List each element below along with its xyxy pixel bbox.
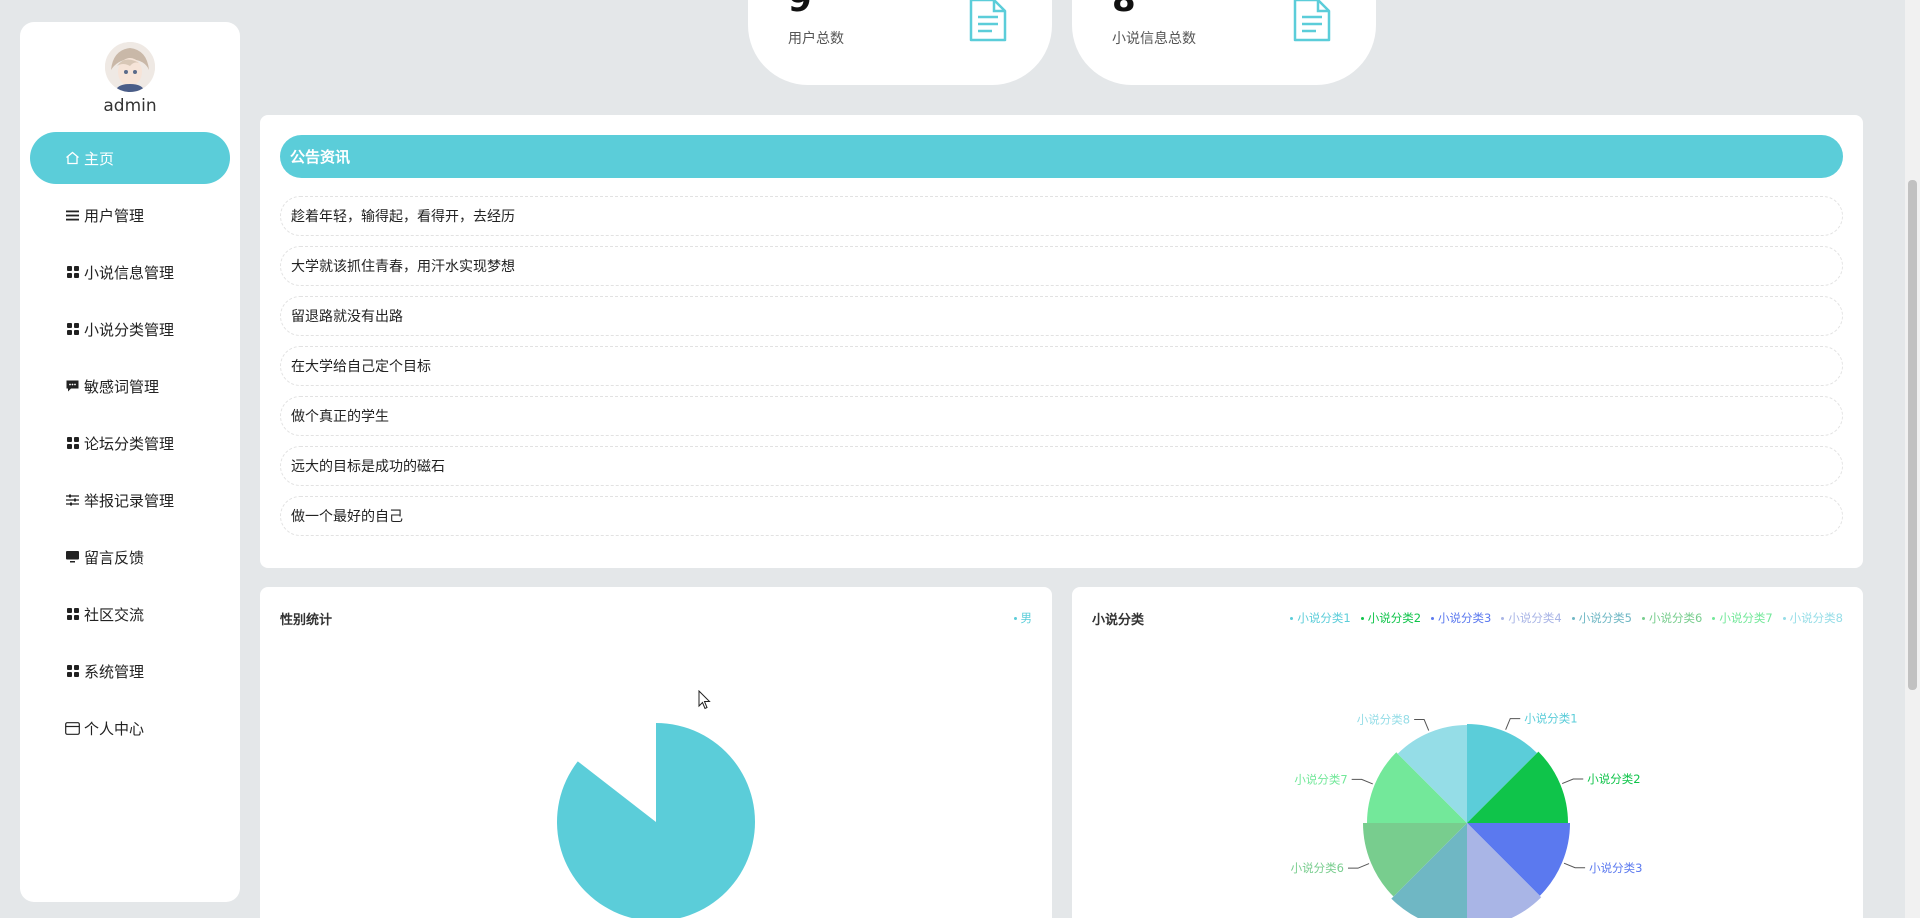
menu-item-system[interactable]: 系统管理 <box>30 645 230 697</box>
menu-item-home[interactable]: 主页 <box>30 132 230 184</box>
slice-label: 小说分类7 <box>1294 772 1347 786</box>
menu-item-label: 用户管理 <box>84 206 145 225</box>
menu-item-sensitive-words[interactable]: 敏感词管理 <box>30 360 230 412</box>
stat-label: 小说信息总数 <box>1112 31 1196 47</box>
category-pie-chart: 小说分类1小说分类2小说分类3小说分类4小说分类5小说分类6小说分类7小说分类8 <box>1291 712 1642 918</box>
label-line <box>1561 778 1584 785</box>
notice-panel: 公告资讯 趁着年轻，输得起，看得开，去经历 大学就该抓住青春，用汗水实现梦想 留… <box>260 115 1863 568</box>
notice-item[interactable]: 做个真正的学生 <box>280 396 1843 436</box>
notice-item[interactable]: 在大学给自己定个目标 <box>280 346 1843 386</box>
list-icon <box>64 208 81 222</box>
gender-pie-chart <box>557 723 756 918</box>
menu-item-label: 小说信息管理 <box>84 263 175 282</box>
card-icon <box>64 721 81 735</box>
label-line <box>1347 863 1370 869</box>
document-icon <box>1293 0 1331 42</box>
menu-item-forum-category[interactable]: 论坛分类管理 <box>30 417 230 469</box>
category-chart-panel: 小说分类 小说分类1 小说分类2 小说分类3 小说分类4 小说分类5 小说分类6 小说分类7… <box>1072 587 1863 918</box>
mouse-cursor-icon <box>698 690 711 710</box>
scrollbar[interactable] <box>1905 0 1920 918</box>
username: admin <box>103 96 157 116</box>
stat-value: 8 <box>1112 0 1136 18</box>
menu-item-label: 论坛分类管理 <box>84 434 175 453</box>
stat-card-users: 9 用户总数 <box>748 0 1052 85</box>
sidebar: admin 主页 用户管理 小说信息管理 小说分类管理 敏感词管理 论坛分类管理… <box>20 22 240 902</box>
menu-item-user-management[interactable]: 用户管理 <box>30 189 230 241</box>
menu-item-label: 举报记录管理 <box>84 491 175 510</box>
stat-value: 9 <box>788 0 812 18</box>
menu-item-label: 系统管理 <box>84 662 145 681</box>
slice-label: 小说分类2 <box>1587 772 1640 786</box>
menu-item-profile[interactable]: 个人中心 <box>30 702 230 754</box>
slice-label: 小说分类6 <box>1291 861 1344 875</box>
pie-slice[interactable] <box>557 723 756 918</box>
menu-item-label: 社区交流 <box>84 605 145 624</box>
grid-icon <box>64 436 81 450</box>
grid-icon <box>64 322 81 336</box>
menu-item-label: 留言反馈 <box>84 548 145 567</box>
menu-item-label: 小说分类管理 <box>84 320 175 339</box>
slice-label: 小说分类1 <box>1524 712 1577 726</box>
sliders-icon <box>64 493 81 507</box>
notice-list: 趁着年轻，输得起，看得开，去经历 大学就该抓住青春，用汗水实现梦想 留退路就没有… <box>280 196 1843 546</box>
notice-item[interactable]: 趁着年轻，输得起，看得开，去经历 <box>280 196 1843 236</box>
stat-label: 用户总数 <box>788 31 844 47</box>
menu-item-report-records[interactable]: 举报记录管理 <box>30 474 230 526</box>
admin-dashboard: admin 主页 用户管理 小说信息管理 小说分类管理 敏感词管理 论坛分类管理… <box>0 0 1920 918</box>
notice-item[interactable]: 留退路就没有出路 <box>280 296 1843 336</box>
document-icon <box>969 0 1007 42</box>
menu-item-label: 敏感词管理 <box>84 377 160 396</box>
grid-icon <box>64 607 81 621</box>
menu-item-novel-info[interactable]: 小说信息管理 <box>30 246 230 298</box>
menu-item-feedback[interactable]: 留言反馈 <box>30 531 230 583</box>
menu-item-community[interactable]: 社区交流 <box>30 588 230 640</box>
menu-item-novel-category[interactable]: 小说分类管理 <box>30 303 230 355</box>
notice-item[interactable]: 做一个最好的自己 <box>280 496 1843 536</box>
notice-title: 公告资讯 <box>280 135 1843 178</box>
slice-label: 小说分类3 <box>1589 861 1642 875</box>
label-line <box>1505 718 1521 730</box>
grid-icon <box>64 664 81 678</box>
label-line <box>1563 862 1586 869</box>
label-line <box>1351 778 1373 785</box>
scrollbar-thumb[interactable] <box>1908 180 1917 690</box>
monitor-icon <box>64 550 81 564</box>
notice-item[interactable]: 远大的目标是成功的磁石 <box>280 446 1843 486</box>
message-icon <box>64 379 81 393</box>
menu-item-label: 主页 <box>84 149 115 168</box>
home-icon <box>64 151 81 165</box>
sidebar-menu: 主页 用户管理 小说信息管理 小说分类管理 敏感词管理 论坛分类管理 举报记录管… <box>30 132 230 759</box>
label-line <box>1414 719 1430 731</box>
gender-chart-panel: 性别统计 男 <box>260 587 1052 918</box>
slice-label: 小说分类8 <box>1357 713 1410 727</box>
notice-item[interactable]: 大学就该抓住青春，用汗水实现梦想 <box>280 246 1843 286</box>
avatar[interactable] <box>105 42 155 92</box>
menu-item-label: 个人中心 <box>84 719 145 738</box>
stat-card-novels: 8 小说信息总数 <box>1072 0 1376 85</box>
grid-icon <box>64 265 81 279</box>
